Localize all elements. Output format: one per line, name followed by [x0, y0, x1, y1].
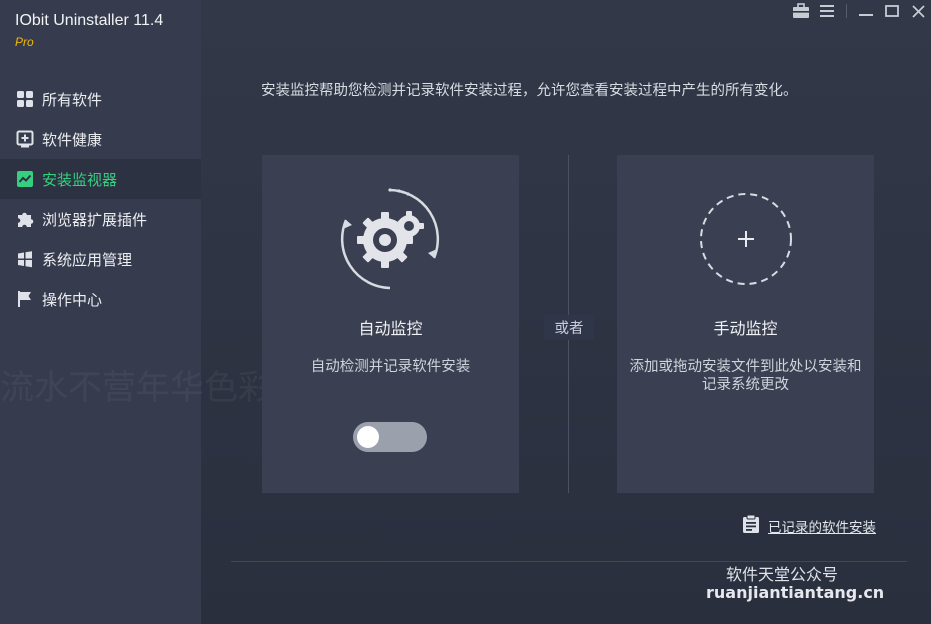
- watermark-title: 软件天堂公众号: [726, 565, 839, 584]
- puzzle-icon: [16, 210, 34, 228]
- main-panel: 流水不营年华色彩 安装监控帮助您检测并记录软件安装过程，允许您查看安装过程中产生…: [0, 0, 931, 624]
- sidebar-nav: 所有软件 软件健康 安装监视器 浏览器扩展插件 系统应用管理 操作中心: [0, 79, 201, 319]
- intro-text: 安装监控帮助您检测并记录软件安装过程，允许您查看安装过程中产生的所有变化。: [261, 83, 798, 99]
- minimize-icon[interactable]: [853, 0, 879, 22]
- sidebar-item-software-health[interactable]: 软件健康: [0, 119, 201, 159]
- toggle-knob: [357, 426, 379, 448]
- manual-monitor-title: 手动监控: [713, 319, 778, 338]
- manual-monitor-description: 添加或拖动安装文件到此处以安装和记录系统更改: [629, 359, 862, 393]
- sidebar-item-windows-apps[interactable]: 系统应用管理: [0, 239, 201, 279]
- sidebar-item-label: 软件健康: [42, 130, 103, 149]
- auto-monitor-card[interactable]: 自动监控 自动检测并记录软件安装: [262, 155, 519, 493]
- close-icon[interactable]: [905, 0, 931, 22]
- title-bar-controls: [788, 0, 931, 22]
- health-plus-icon: [16, 130, 34, 148]
- sidebar: IObit Uninstaller 11.4 Pro 所有软件 软件健康 安装监…: [0, 0, 201, 624]
- gear-sync-icon: [337, 186, 443, 296]
- app-title: IObit Uninstaller 11.4: [15, 12, 164, 29]
- app-edition-badge: Pro: [15, 35, 34, 49]
- recorded-installs-link[interactable]: 已记录的软件安装: [742, 514, 876, 538]
- sidebar-item-action-center[interactable]: 操作中心: [0, 279, 201, 319]
- maximize-icon[interactable]: [879, 0, 905, 22]
- sidebar-item-label: 操作中心: [42, 290, 103, 309]
- auto-monitor-title: 自动监控: [358, 319, 423, 338]
- sidebar-item-label: 浏览器扩展插件: [42, 210, 148, 229]
- sidebar-item-label: 安装监视器: [42, 170, 118, 189]
- auto-monitor-toggle[interactable]: [353, 422, 427, 452]
- sidebar-item-label: 系统应用管理: [42, 250, 133, 269]
- watermark-url: ruanjiantiantang.cn: [706, 583, 885, 602]
- flag-icon: [16, 290, 34, 308]
- plus-circle-icon[interactable]: [699, 192, 793, 290]
- sidebar-item-install-monitor[interactable]: 安装监视器: [0, 159, 201, 199]
- auto-monitor-description: 自动检测并记录软件安装: [310, 359, 471, 375]
- sidebar-item-all-programs[interactable]: 所有软件: [0, 79, 201, 119]
- or-label: 或者: [544, 315, 594, 340]
- monitor-chart-icon: [16, 170, 34, 188]
- clipboard-icon: [742, 514, 760, 538]
- sidebar-item-browser-extensions[interactable]: 浏览器扩展插件: [0, 199, 201, 239]
- grid-icon: [16, 90, 34, 108]
- title-bar-divider: [846, 4, 847, 18]
- manual-monitor-card[interactable]: 手动监控 添加或拖动安装文件到此处以安装和记录系统更改: [617, 155, 874, 493]
- toolbox-icon[interactable]: [788, 0, 814, 22]
- windows-icon: [16, 250, 34, 268]
- recorded-installs-label: 已记录的软件安装: [768, 520, 876, 536]
- sidebar-item-label: 所有软件: [42, 90, 103, 109]
- menu-icon[interactable]: [814, 0, 840, 22]
